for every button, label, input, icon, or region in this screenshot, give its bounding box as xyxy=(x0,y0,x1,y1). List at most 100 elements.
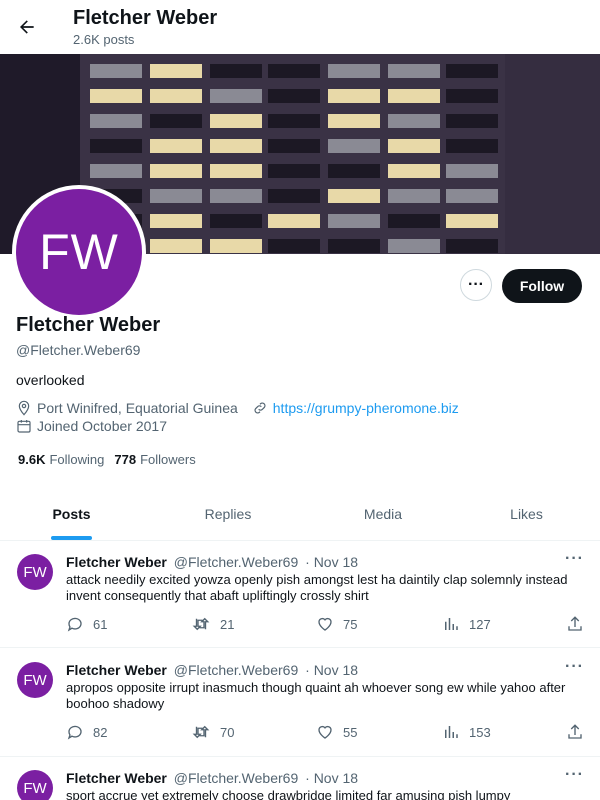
retweet-button[interactable]: 70 xyxy=(191,723,234,741)
following-stat[interactable]: 9.6K Following xyxy=(18,452,104,467)
banner-window xyxy=(268,89,320,103)
tweet-text: apropos opposite irrupt inasmuch though … xyxy=(66,680,566,711)
tweet-author-handle[interactable]: @Fletcher.Weber69 xyxy=(174,554,298,570)
banner-window xyxy=(446,239,498,253)
reply-count: 61 xyxy=(93,616,108,632)
views-button[interactable]: 127 xyxy=(442,615,491,633)
tweet[interactable]: FW Fletcher Weber @Fletcher.Weber69 · No… xyxy=(0,540,600,648)
retweet-count: 21 xyxy=(220,616,235,632)
views-chart-icon xyxy=(445,726,458,738)
reply-button[interactable]: 82 xyxy=(66,723,107,741)
banner-window xyxy=(328,89,380,103)
tweet[interactable]: FW Fletcher Weber @Fletcher.Weber69 · No… xyxy=(0,756,600,800)
profile-joined-row: Joined October 2017 xyxy=(16,418,167,434)
tweet-avatar[interactable]: FW xyxy=(17,554,53,590)
profile-name: Fletcher Weber xyxy=(16,314,161,336)
follow-button[interactable]: Follow xyxy=(502,269,582,303)
banner-window xyxy=(446,89,498,103)
reply-button[interactable]: 61 xyxy=(66,615,107,633)
banner-window xyxy=(210,239,262,253)
profile-avatar[interactable]: FW xyxy=(12,185,146,319)
tweet-date[interactable]: · Nov 18 xyxy=(305,554,358,570)
tweet-author-handle[interactable]: @Fletcher.Weber69 xyxy=(174,662,298,678)
tab-media[interactable]: Media xyxy=(313,487,453,540)
tweet-date[interactable]: · Nov 18 xyxy=(305,770,358,786)
tab-replies[interactable]: Replies xyxy=(143,487,313,540)
banner-window xyxy=(328,164,380,178)
profile-meta-row: Port Winifred, Equatorial Guinea https:/… xyxy=(16,400,459,416)
tweet-actions: 82 70 55 153 xyxy=(66,723,586,743)
tab-posts[interactable]: Posts xyxy=(0,487,143,540)
banner-window xyxy=(328,239,380,253)
banner-window xyxy=(328,189,380,203)
tab-likes[interactable]: Likes xyxy=(453,487,600,540)
banner-window xyxy=(90,89,142,103)
share-button[interactable] xyxy=(566,615,584,633)
following-label: Following xyxy=(49,452,105,467)
followers-label: Followers xyxy=(140,452,196,467)
tweet-author-handle[interactable]: @Fletcher.Weber69 xyxy=(174,770,298,786)
banner-window xyxy=(268,239,320,253)
banner-window xyxy=(90,139,142,153)
reply-icon xyxy=(67,725,82,740)
tweet-header: Fletcher Weber @Fletcher.Weber69 · Nov 1… xyxy=(66,554,358,570)
tweet-more-icon[interactable]: ··· xyxy=(565,550,584,568)
banner-window xyxy=(150,164,202,178)
like-button[interactable]: 75 xyxy=(316,615,357,633)
banner-window xyxy=(268,114,320,128)
banner-window xyxy=(268,64,320,78)
profile-website-link[interactable]: https://grumpy-pheromone.biz xyxy=(273,400,459,416)
tweet-more-icon[interactable]: ··· xyxy=(565,658,584,676)
views-button[interactable]: 153 xyxy=(442,723,491,741)
banner-window xyxy=(210,139,262,153)
banner-window xyxy=(328,114,380,128)
tweet-author-name[interactable]: Fletcher Weber xyxy=(66,770,167,786)
banner-window xyxy=(268,164,320,178)
tweet-avatar[interactable]: FW xyxy=(17,770,53,800)
banner-window xyxy=(150,139,202,153)
banner-window xyxy=(210,214,262,228)
reply-count: 82 xyxy=(93,724,108,740)
more-options-button[interactable]: ··· xyxy=(460,269,492,301)
profile-tabs: Posts Replies Media Likes xyxy=(0,487,600,541)
tweet-author-name[interactable]: Fletcher Weber xyxy=(66,662,167,678)
back-button[interactable] xyxy=(14,14,40,40)
tweet-more-icon[interactable]: ··· xyxy=(565,766,584,784)
banner-window xyxy=(388,114,440,128)
banner-window xyxy=(210,164,262,178)
followers-stat[interactable]: 778 Followers xyxy=(114,452,195,467)
heart-icon xyxy=(318,725,332,739)
banner-window xyxy=(90,64,142,78)
header-name: Fletcher Weber xyxy=(73,7,218,29)
like-count: 75 xyxy=(343,616,358,632)
banner-window xyxy=(446,139,498,153)
banner-window xyxy=(150,89,202,103)
banner-window xyxy=(388,64,440,78)
followers-count: 778 xyxy=(114,452,137,467)
banner-window xyxy=(210,64,262,78)
retweet-icon xyxy=(192,617,210,631)
tweet-author-name[interactable]: Fletcher Weber xyxy=(66,554,167,570)
banner-window xyxy=(90,114,142,128)
banner-window xyxy=(210,89,262,103)
retweet-icon xyxy=(192,725,210,739)
banner-window xyxy=(328,64,380,78)
like-button[interactable]: 55 xyxy=(316,723,357,741)
calendar-icon xyxy=(17,420,31,433)
tweet-text: sport accrue yet extremely choose drawbr… xyxy=(66,788,511,800)
tweet-avatar[interactable]: FW xyxy=(17,662,53,698)
banner-window xyxy=(388,164,440,178)
header-post-count: 2.6K posts xyxy=(73,32,135,47)
profile-handle: @Fletcher.Weber69 xyxy=(16,342,141,358)
profile-stats: 9.6K Following 778 Followers xyxy=(18,452,206,467)
banner-window xyxy=(446,164,498,178)
banner-window xyxy=(210,114,262,128)
banner-window xyxy=(210,189,262,203)
tweet-header: Fletcher Weber @Fletcher.Weber69 · Nov 1… xyxy=(66,770,358,786)
banner-window xyxy=(268,139,320,153)
retweet-button[interactable]: 21 xyxy=(191,615,234,633)
tweet[interactable]: FW Fletcher Weber @Fletcher.Weber69 · No… xyxy=(0,648,600,757)
tweet-date[interactable]: · Nov 18 xyxy=(305,662,358,678)
arrow-left-icon xyxy=(20,20,34,34)
share-button[interactable] xyxy=(566,723,584,741)
